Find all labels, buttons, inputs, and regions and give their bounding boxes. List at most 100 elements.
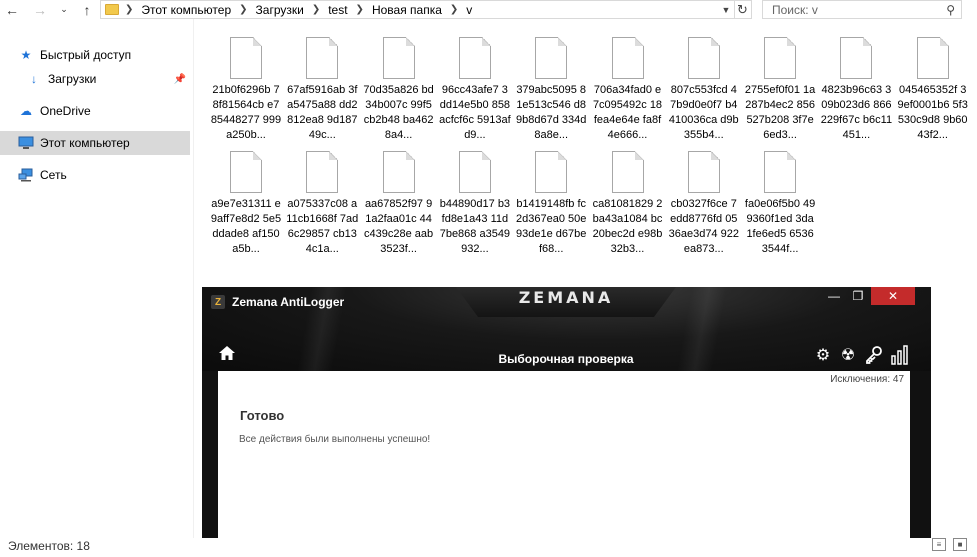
key-icon[interactable] <box>862 344 886 366</box>
nav-item-onedrive[interactable]: ☁ OneDrive <box>0 99 190 123</box>
recent-locations-chevron-icon[interactable]: ⌄ <box>54 0 74 19</box>
chevron-right-icon[interactable]: ❯ <box>125 4 133 15</box>
file-icon <box>458 151 491 193</box>
home-icon[interactable] <box>218 345 236 366</box>
breadcrumb-downloads[interactable]: Загрузки <box>256 3 304 17</box>
details-view-icon[interactable]: ≡ <box>932 538 946 551</box>
file-icon <box>306 151 339 193</box>
pane-divider[interactable] <box>193 19 194 538</box>
scan-results-panel: Исключения: 47 Готово Все действия были … <box>218 371 910 557</box>
zemana-logo: ZEMANA <box>518 288 614 307</box>
file-item[interactable]: 67af5916ab 3fa5475a88 dd2812ea8 9d18749c… <box>286 37 358 147</box>
exclusions-link[interactable]: Исключения: 47 <box>830 374 904 385</box>
file-icon <box>916 37 949 79</box>
search-input[interactable]: Поиск: v ⚲ <box>762 0 962 19</box>
nav-item-label: Загрузки <box>48 72 97 86</box>
nav-item-downloads[interactable]: ↓ Загрузки 📌 <box>0 67 190 91</box>
download-arrow-icon: ↓ <box>31 72 37 86</box>
network-icon <box>18 168 34 182</box>
file-icon <box>458 37 491 79</box>
file-item[interactable]: 045465352f 39ef0001b6 5f3530c9d8 9b6043f… <box>897 37 969 147</box>
file-name: 2755ef0f01 1a287b4ec2 856527b208 3f7e6ed… <box>744 84 816 141</box>
file-name: 21b0f6296b 78f81564cb e785448277 999a250… <box>210 84 282 141</box>
breadcrumb-test[interactable]: test <box>328 3 347 17</box>
settings-gear-icon[interactable]: ⚙ <box>811 344 835 366</box>
status-title: Готово <box>240 408 285 423</box>
minimize-button[interactable]: — <box>826 287 842 305</box>
nav-item-network[interactable]: Сеть <box>0 163 190 187</box>
file-name: b1419148fb fc2d367ea0 50e93de1e d67bef68… <box>516 198 587 255</box>
path-box[interactable]: ❯ Этот компьютер ❯ Загрузки ❯ test ❯ Нов… <box>100 0 752 19</box>
file-icon <box>687 37 720 79</box>
file-name: b44890d17 b3fd8e1a43 11d7be868 a3549932.… <box>439 198 511 255</box>
back-arrow-icon[interactable]: ← <box>2 0 22 19</box>
file-item[interactable]: b1419148fb fc2d367ea0 50e93de1e d67bef68… <box>515 151 587 261</box>
nav-item-label: Быстрый доступ <box>40 48 132 62</box>
zemana-app-icon: Z <box>211 295 225 309</box>
file-item[interactable]: cb0327f6ce 7edd8776fd 0536ae3d74 922ea87… <box>668 151 740 261</box>
close-button[interactable]: ✕ <box>871 287 915 305</box>
file-icon <box>764 151 797 193</box>
chevron-down-icon[interactable]: ▼ <box>719 1 733 18</box>
address-bar: ← → ⌄ ↑ ❯ Этот компьютер ❯ Загрузки ❯ te… <box>0 0 977 19</box>
file-name: 807c553fcd 47b9d0e0f7 b4410036ca d9b355b… <box>668 84 739 141</box>
breadcrumb-v[interactable]: v <box>466 3 472 17</box>
file-item[interactable]: 4823b96c63 309b023d6 866229f67c b6c11451… <box>820 37 892 147</box>
large-icons-view-icon[interactable]: ■ <box>953 538 967 551</box>
file-icon <box>687 151 720 193</box>
file-item[interactable]: a075337c08 a11cb1668f 7ad6c29857 cb134c1… <box>286 151 358 261</box>
nav-item-quick-access[interactable]: ★ Быстрый доступ <box>0 43 190 67</box>
file-icon <box>840 37 873 79</box>
refresh-icon[interactable]: ↻ <box>734 1 750 18</box>
file-icon <box>535 151 568 193</box>
forward-arrow-icon[interactable]: → <box>30 0 50 19</box>
search-placeholder: Поиск: v <box>772 2 818 17</box>
file-name: aa67852f97 91a2faa01c 44c439c28e aab3523… <box>364 198 434 255</box>
up-arrow-icon[interactable]: ↑ <box>77 0 97 19</box>
breadcrumb-this-pc[interactable]: Этот компьютер <box>141 3 231 17</box>
file-icon <box>611 37 644 79</box>
status-message: Все действия были выполнены успешно! <box>239 434 431 445</box>
nav-item-this-pc[interactable]: Этот компьютер <box>0 131 190 155</box>
file-icon <box>230 37 262 79</box>
pin-icon[interactable]: 📌 <box>174 74 186 85</box>
zemana-window: ZEMANA Z Zemana AntiLogger — ❐ ✕ Выбороч… <box>202 287 931 557</box>
chevron-right-icon[interactable]: ❯ <box>312 4 320 15</box>
file-item[interactable]: 706a34fad0 e7c095492c 18fea4e64e fa8f4e6… <box>592 37 664 147</box>
radiation-icon[interactable]: ☢ <box>836 344 860 366</box>
nav-item-label: Сеть <box>40 168 67 182</box>
file-item[interactable]: 379abc5095 81e513c546 d89b8d67d 334d8a8e… <box>515 37 587 147</box>
file-item[interactable]: b44890d17 b3fd8e1a43 11d7be868 a3549932.… <box>439 151 511 261</box>
file-name: 70d35a826 bd34b007c 99f5cb2b48 ba4628a4.… <box>363 84 434 141</box>
chevron-right-icon[interactable]: ❯ <box>450 4 458 15</box>
chevron-right-icon[interactable]: ❯ <box>239 4 247 15</box>
file-name: ca81081829 2ba43a1084 bc20bec2d e98b32b3… <box>592 198 663 255</box>
statistics-bars-icon[interactable] <box>888 344 912 366</box>
file-item[interactable]: 96cc43afe7 3dd14e5b0 858acfcf6c 5913afd9… <box>439 37 511 147</box>
file-name: 67af5916ab 3fa5475a88 dd2812ea8 9d18749c… <box>287 84 358 141</box>
file-item[interactable]: fa0e06f5b0 499360f1ed 3da1fe6ed5 6536354… <box>744 151 816 261</box>
search-icon[interactable]: ⚲ <box>946 3 955 17</box>
nav-item-label: OneDrive <box>40 104 91 118</box>
file-item[interactable]: 21b0f6296b 78f81564cb e785448277 999a250… <box>210 37 282 147</box>
file-item[interactable]: 807c553fcd 47b9d0e0f7 b4410036ca d9b355b… <box>668 37 740 147</box>
item-count: Элементов: 18 <box>8 539 90 553</box>
file-name: 379abc5095 81e513c546 d89b8d67d 334d8a8e… <box>516 84 587 141</box>
file-item[interactable]: ca81081829 2ba43a1084 bc20bec2d e98b32b3… <box>592 151 664 261</box>
file-list: 21b0f6296b 78f81564cb e785448277 999a250… <box>210 37 977 287</box>
file-item[interactable]: a9e7e31311 e9aff7e8d2 5e5ddade8 af150a5b… <box>210 151 282 261</box>
cloud-icon: ☁ <box>20 104 32 118</box>
file-icon <box>611 151 644 193</box>
file-name: 706a34fad0 e7c095492c 18fea4e64e fa8f4e6… <box>592 84 663 141</box>
file-name: a075337c08 a11cb1668f 7ad6c29857 cb134c1… <box>286 198 359 255</box>
file-name: a9e7e31311 e9aff7e8d2 5e5ddade8 af150a5b… <box>210 198 282 255</box>
file-item[interactable]: 70d35a826 bd34b007c 99f5cb2b48 ba4628a4.… <box>363 37 435 147</box>
folder-icon <box>105 4 119 15</box>
file-icon <box>535 37 568 79</box>
file-item[interactable]: aa67852f97 91a2faa01c 44c439c28e aab3523… <box>363 151 435 261</box>
file-icon <box>382 151 415 193</box>
file-item[interactable]: 2755ef0f01 1a287b4ec2 856527b208 3f7e6ed… <box>744 37 816 147</box>
maximize-button[interactable]: ❐ <box>850 287 866 305</box>
breadcrumb-new-folder[interactable]: Новая папка <box>372 3 442 17</box>
chevron-right-icon[interactable]: ❯ <box>356 4 364 15</box>
